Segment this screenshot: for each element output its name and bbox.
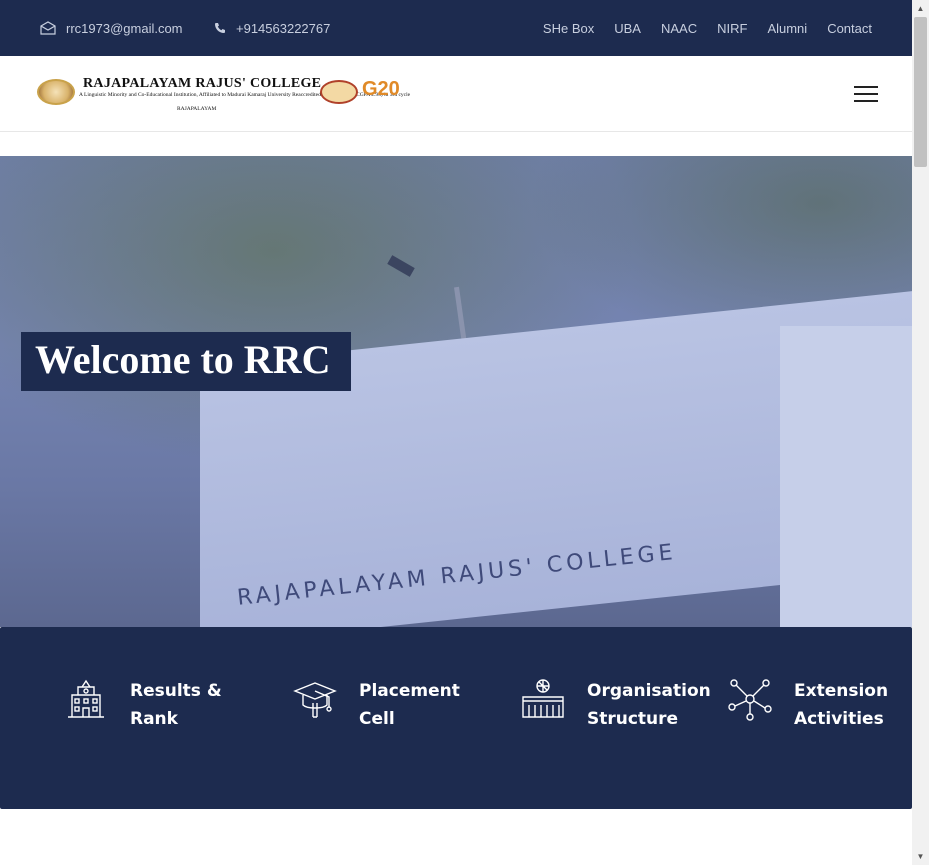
hamburger-icon [854,86,878,88]
quick-link-label: Organisation Structure [587,681,711,729]
link-uba[interactable]: UBA [614,21,641,36]
g20-logo: G20 [362,78,400,100]
anniversary-badge-icon [320,80,358,104]
link-she-box[interactable]: SHe Box [543,21,594,36]
quick-link-label: Results & Rank [130,681,222,729]
scroll-down-arrow-icon[interactable]: ▼ [912,848,929,865]
top-bar: rrc1973@gmail.com +914563222767 SHe Box … [0,0,912,56]
scroll-up-arrow-icon[interactable]: ▲ [912,0,929,17]
menu-toggle-button[interactable] [854,86,878,102]
top-nav-links: SHe Box UBA NAAC NIRF Alumni Contact [523,0,872,56]
network-nodes-icon [728,679,772,721]
vertical-scrollbar[interactable]: ▲ ▼ [912,0,929,865]
scrollbar-thumb[interactable] [914,17,927,167]
college-subtitle: A Linguistic Minority and Co-Educational… [79,92,411,98]
email-contact[interactable]: rrc1973@gmail.com [40,0,183,56]
gym-building-icon [522,679,564,718]
phone-text: +914563222767 [236,20,331,36]
college-logo[interactable]: RAJAPALAYAM RAJUS' COLLEGE A Linguistic … [37,76,411,114]
quick-link-organisation-structure[interactable]: Organisation Structure [521,677,711,733]
quick-link-results-rank[interactable]: Results & Rank [64,677,230,733]
college-name: RAJAPALAYAM RAJUS' COLLEGE [83,76,322,91]
quick-link-placement-cell[interactable]: Placement Cell [293,677,460,733]
college-emblem-icon [37,79,75,105]
quick-link-extension-activities[interactable]: Extension Activities [728,677,894,733]
quick-link-label: Placement Cell [359,681,460,729]
phone-icon [215,23,225,33]
graduation-cap-icon [293,682,337,718]
quick-link-label: Extension Activities [794,681,889,729]
phone-contact[interactable]: +914563222767 [214,0,330,56]
hero-heading: Welcome to RRC [35,337,331,382]
link-contact[interactable]: Contact [827,21,872,36]
email-text: rrc1973@gmail.com [66,20,183,36]
link-nirf[interactable]: NIRF [717,21,747,36]
site-header: RAJAPALAYAM RAJUS' COLLEGE A Linguistic … [0,56,912,132]
college-place: RAJAPALAYAM [177,106,217,112]
envelope-icon [40,21,56,35]
hero-banner: RAJAPALAYAM RAJUS' COLLEGE Welcome to RR… [0,156,912,627]
welcome-banner: Welcome to RRC [21,332,351,391]
link-naac[interactable]: NAAC [661,21,697,36]
school-building-icon [68,679,104,718]
link-alumni[interactable]: Alumni [767,21,807,36]
quick-links-section: Results & Rank Placement Cell Organisati… [0,627,912,809]
